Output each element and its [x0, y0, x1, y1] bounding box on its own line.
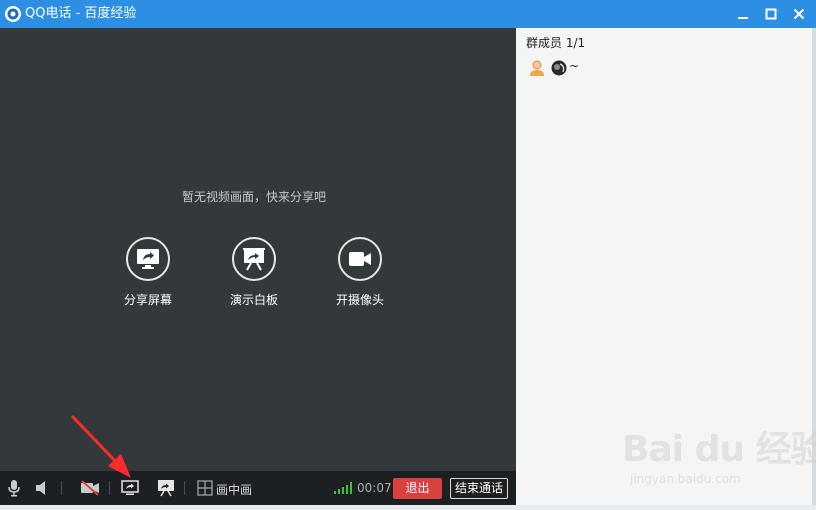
camera-icon [349, 252, 371, 266]
microphone-button[interactable] [4, 478, 24, 498]
camera-label: 开摄像头 [335, 293, 384, 307]
end-call-button[interactable]: 结束通话 [450, 478, 508, 499]
speaker-icon [36, 481, 45, 495]
share-screen-circle [126, 237, 170, 281]
close-icon [793, 8, 805, 20]
share-screen-label: 分享屏幕 [123, 293, 172, 307]
window-title: QQ电话 - 百度经验 [25, 6, 137, 21]
baidu-jingyan-watermark: Bai du 经验 jingyan.baidu.com [622, 420, 816, 495]
toolbar-share-screen-button[interactable] [120, 478, 140, 498]
whiteboard-button[interactable]: 演示白板 [214, 237, 294, 307]
watermark-url: jingyan.baidu.com [630, 472, 741, 486]
member-name: ~ [569, 59, 580, 73]
window-bottom-edge [0, 505, 816, 510]
whiteboard-label: 演示白板 [229, 293, 278, 307]
maximize-icon [765, 8, 777, 20]
whiteboard-icon [243, 248, 265, 271]
picture-in-picture-button[interactable] [195, 478, 215, 498]
speaker-button[interactable] [31, 478, 51, 498]
member-count-header: 群成员 1/1 [526, 36, 586, 50]
whiteboard-circle [232, 237, 276, 281]
toolbar-divider [61, 481, 62, 495]
call-timer: 00:07 [357, 481, 392, 495]
share-screen-button[interactable]: 分享屏幕 [108, 237, 188, 307]
share-screen-icon [121, 480, 139, 495]
picture-in-picture-icon [197, 480, 213, 496]
minimize-button[interactable] [730, 0, 756, 28]
video-area: 暂无视频画面，快来分享吧 分享屏幕 演示白板 开摄像头 [0, 28, 516, 471]
user-status-icon [530, 60, 544, 76]
exit-button[interactable]: 退出 [393, 478, 442, 499]
camera-circle [338, 237, 382, 281]
title-bar: QQ电话 - 百度经验 [0, 0, 816, 28]
camera-off-button[interactable] [80, 478, 100, 498]
toolbar-whiteboard-button[interactable] [156, 478, 176, 498]
whiteboard-icon [158, 480, 174, 497]
share-screen-icon [137, 249, 159, 269]
toolbar-divider [109, 481, 110, 495]
signal-strength-icon [334, 482, 352, 494]
watermark-brand: Bai du 经验 [622, 429, 816, 470]
picture-in-picture-label[interactable]: 画中画 [216, 481, 252, 498]
call-toolbar: 画中画 00:07 退出 结束通话 [0, 471, 516, 505]
avatar-icon [551, 60, 567, 76]
qq-logo-icon [5, 6, 21, 22]
maximize-button[interactable] [758, 0, 784, 28]
minimize-icon [738, 17, 748, 19]
close-button[interactable] [786, 0, 812, 28]
microphone-icon [8, 480, 20, 497]
toolbar-divider [184, 481, 185, 495]
camera-button[interactable]: 开摄像头 [320, 237, 400, 307]
camera-off-icon [81, 480, 99, 496]
empty-video-hint: 暂无视频画面，快来分享吧 [181, 190, 326, 204]
